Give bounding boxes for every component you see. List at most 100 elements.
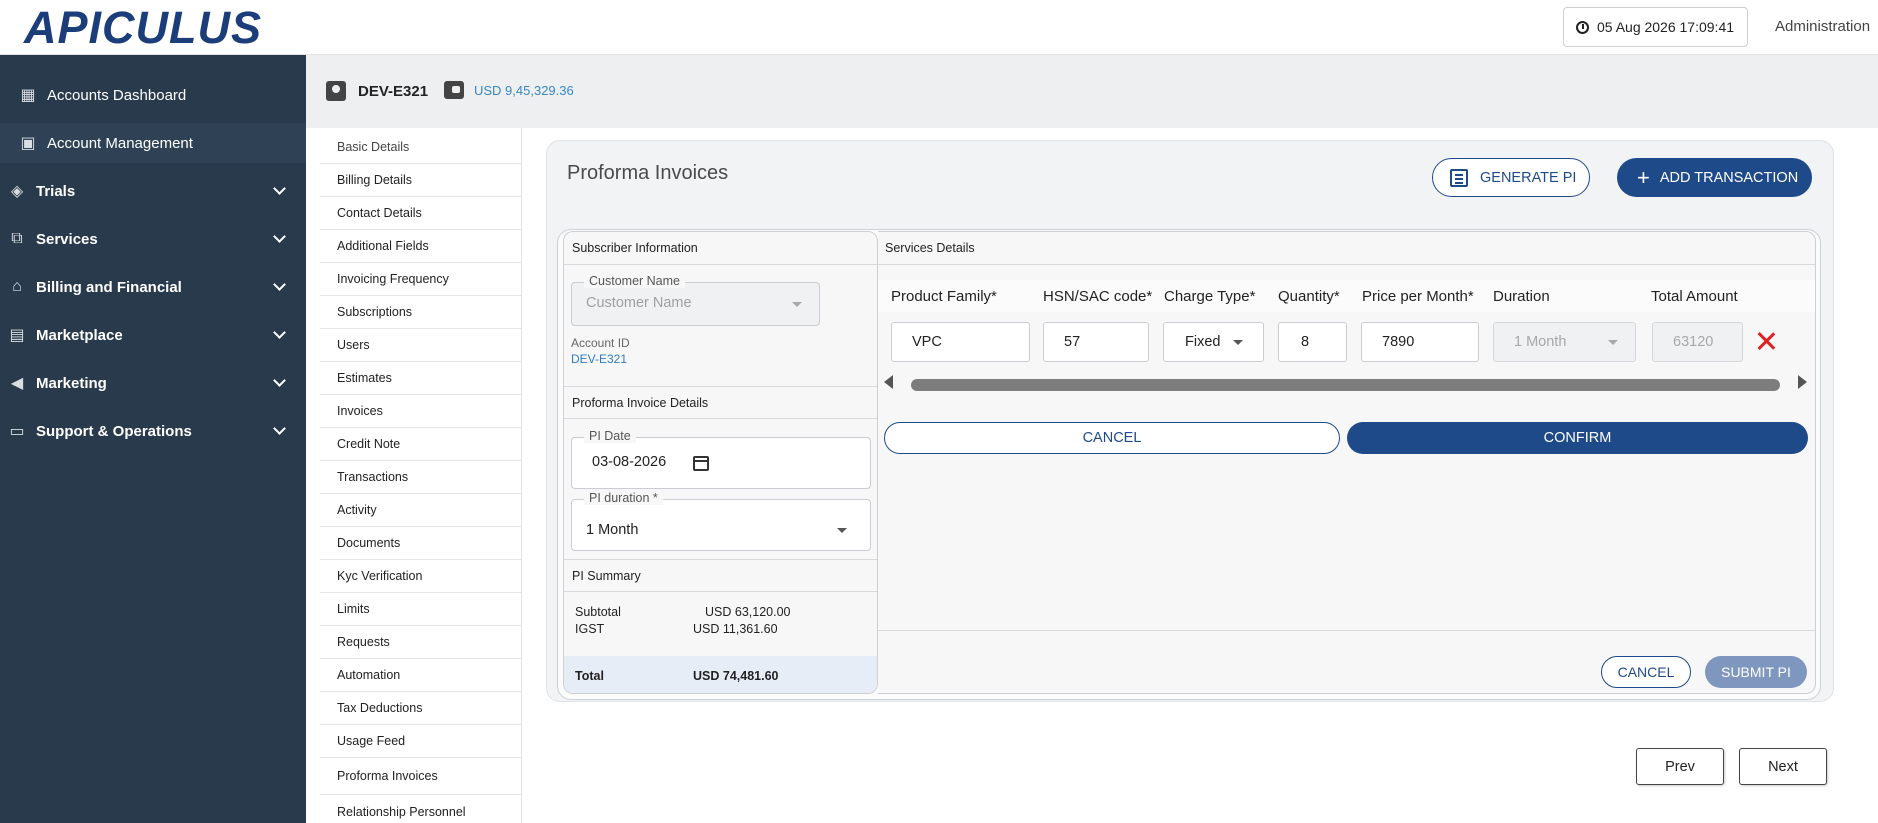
pi-duration-select[interactable]: PI duration * 1 Month [571,491,871,551]
add-transaction-button[interactable]: + ADD TRANSACTION [1617,158,1812,197]
apiculus-logo[interactable]: APICULUS [24,4,262,52]
subnav-item[interactable]: Billing Details [320,164,522,197]
dashboard-icon: ▦ [20,87,36,104]
subnav-item[interactable]: Basic Details [320,131,522,164]
customer-name-label: Customer Name [584,274,685,288]
subnav-item[interactable]: Relationship Personnel [320,795,522,823]
subnav-item[interactable]: Transactions [320,461,522,494]
igst-label: IGST [575,622,605,636]
subnav-item[interactable]: Invoicing Frequency [320,263,522,296]
customer-name-select[interactable]: Customer Name Customer Name [571,274,820,326]
total-amount-field: 63120 [1652,322,1743,362]
subnav-item[interactable]: Limits [320,593,522,626]
subnav-item[interactable]: Automation [320,659,522,692]
charge-type-select[interactable]: Fixed [1163,322,1264,362]
cancel-button[interactable]: CANCEL [1601,656,1691,688]
product-family-input[interactable]: VPC [891,322,1030,362]
sidebar-item-support-operations[interactable]: ▭ Support & Operations [0,411,306,451]
subnav-item[interactable]: Activity [320,494,522,527]
sidebar-item-accounts-dashboard[interactable]: ▦ Accounts Dashboard [0,75,306,115]
bank-icon: ⌂ [12,278,22,295]
subnav-item[interactable]: Tax Deductions [320,692,522,725]
submit-pi-button[interactable]: SUBMIT PI [1705,656,1807,688]
prev-button[interactable]: Prev [1636,748,1724,785]
sidebar-item-label: Billing and Financial [36,278,182,296]
pi-date-field[interactable]: PI Date 03-08-2026 [571,429,871,489]
sidebar-item-trials[interactable]: ◈ Trials [0,171,306,211]
subscriber-info-heading: Subscriber Information [564,232,877,265]
sidebar-item-marketing[interactable]: ◀ Marketing [0,363,306,403]
pi-date-value: 03-08-2026 [592,454,667,470]
chevron-down-icon [273,326,286,339]
sidebar-item-account-management[interactable]: ▣ Account Management [0,123,306,163]
subnav-item[interactable]: Additional Fields [320,230,522,263]
datetime-text: 05 Aug 2026 17:09:41 [1597,19,1735,35]
services-details-panel: Services Details Product Family* HSN/SAC… [878,231,1816,694]
quantity-input[interactable]: 8 [1278,322,1347,362]
account-id-label: Account ID [571,336,630,350]
pi-duration-label: PI duration * [584,491,663,505]
account-balance-text: USD 9,45,329.36 [474,82,574,98]
services-icon: ⧉ [11,230,23,247]
top-bar: APICULUS 05 Aug 2026 17:09:41 Administra… [0,0,1878,55]
account-id-text: DEV-E321 [358,82,429,100]
sidebar-item-label: Marketplace [36,326,123,344]
price-per-month-input[interactable]: 7890 [1361,322,1479,362]
scroll-left-arrow-icon[interactable] [884,375,893,389]
subnav-item[interactable]: Subscriptions [320,296,522,329]
subnav-item[interactable]: Estimates [320,362,522,395]
pi-duration-value: 1 Month [586,522,639,538]
dropdown-arrow-icon [1608,340,1618,345]
subnav-item[interactable]: Invoices [320,395,522,428]
subnav-item-proforma-invoices[interactable]: Proforma Invoices [320,758,522,795]
hsn-sac-input[interactable]: 57 [1043,322,1149,362]
subnav-item[interactable]: Requests [320,626,522,659]
sidebar: ▦ Accounts Dashboard ▣ Account Managemen… [0,55,306,823]
divider [878,630,1815,631]
account-subnav: Basic Details Billing Details Contact De… [320,128,522,823]
subnav-item[interactable]: Credit Note [320,428,522,461]
subnav-item[interactable]: Contact Details [320,197,522,230]
sidebar-item-marketplace[interactable]: ▤ Marketplace [0,315,306,355]
customer-name-placeholder: Customer Name [586,295,692,311]
remove-row-icon[interactable] [1755,330,1777,352]
scrollbar-thumb[interactable] [911,379,1780,391]
next-button[interactable]: Next [1739,748,1827,785]
calendar-icon[interactable] [693,456,709,471]
account-box-icon: ▣ [20,135,36,152]
confirm-service-button[interactable]: CONFIRM [1347,422,1808,454]
clock-icon [1576,20,1589,34]
sidebar-item-label: Marketing [36,374,107,392]
chevron-down-icon [273,278,286,291]
subnav-item[interactable]: Usage Feed [320,725,522,758]
subnav-item[interactable]: Kyc Verification [320,560,522,593]
add-transaction-label: ADD TRANSACTION [1659,169,1799,186]
subtotal-value: USD 63,120.00 [705,605,791,619]
scroll-right-arrow-icon[interactable] [1798,375,1807,389]
user-menu[interactable]: Administration [1775,18,1870,35]
pi-date-label: PI Date [584,429,636,443]
pi-summary-heading: PI Summary [564,559,877,592]
store-icon: ▤ [9,327,25,344]
chevron-down-icon [273,422,286,435]
account-bar: DEV-E321 USD 9,45,329.36 [306,55,1878,128]
column-header: Price per Month* [1362,288,1474,305]
column-header: Duration [1493,288,1550,305]
account-id-link[interactable]: DEV-E321 [571,352,627,366]
cancel-service-button[interactable]: CANCEL [884,422,1340,454]
sidebar-item-services[interactable]: ⧉ Services [0,219,306,259]
igst-value: USD 11,361.60 [693,622,778,636]
megaphone-icon: ◀ [10,375,24,392]
generate-pi-button[interactable]: GENERATE PI [1432,158,1590,197]
services-details-heading: Services Details [878,232,1815,265]
document-list-icon [1450,168,1468,187]
column-header: Charge Type* [1164,288,1256,305]
horizontal-scrollbar[interactable] [884,376,1806,391]
subnav-item[interactable]: Users [320,329,522,362]
monitor-icon: ▭ [9,423,25,440]
subnav-item[interactable]: Documents [320,527,522,560]
column-header: HSN/SAC code* [1043,288,1153,305]
generate-pi-label: GENERATE PI [1480,169,1577,186]
dropdown-arrow-icon [792,302,802,307]
sidebar-item-billing-and-financial[interactable]: ⌂ Billing and Financial [0,267,306,307]
